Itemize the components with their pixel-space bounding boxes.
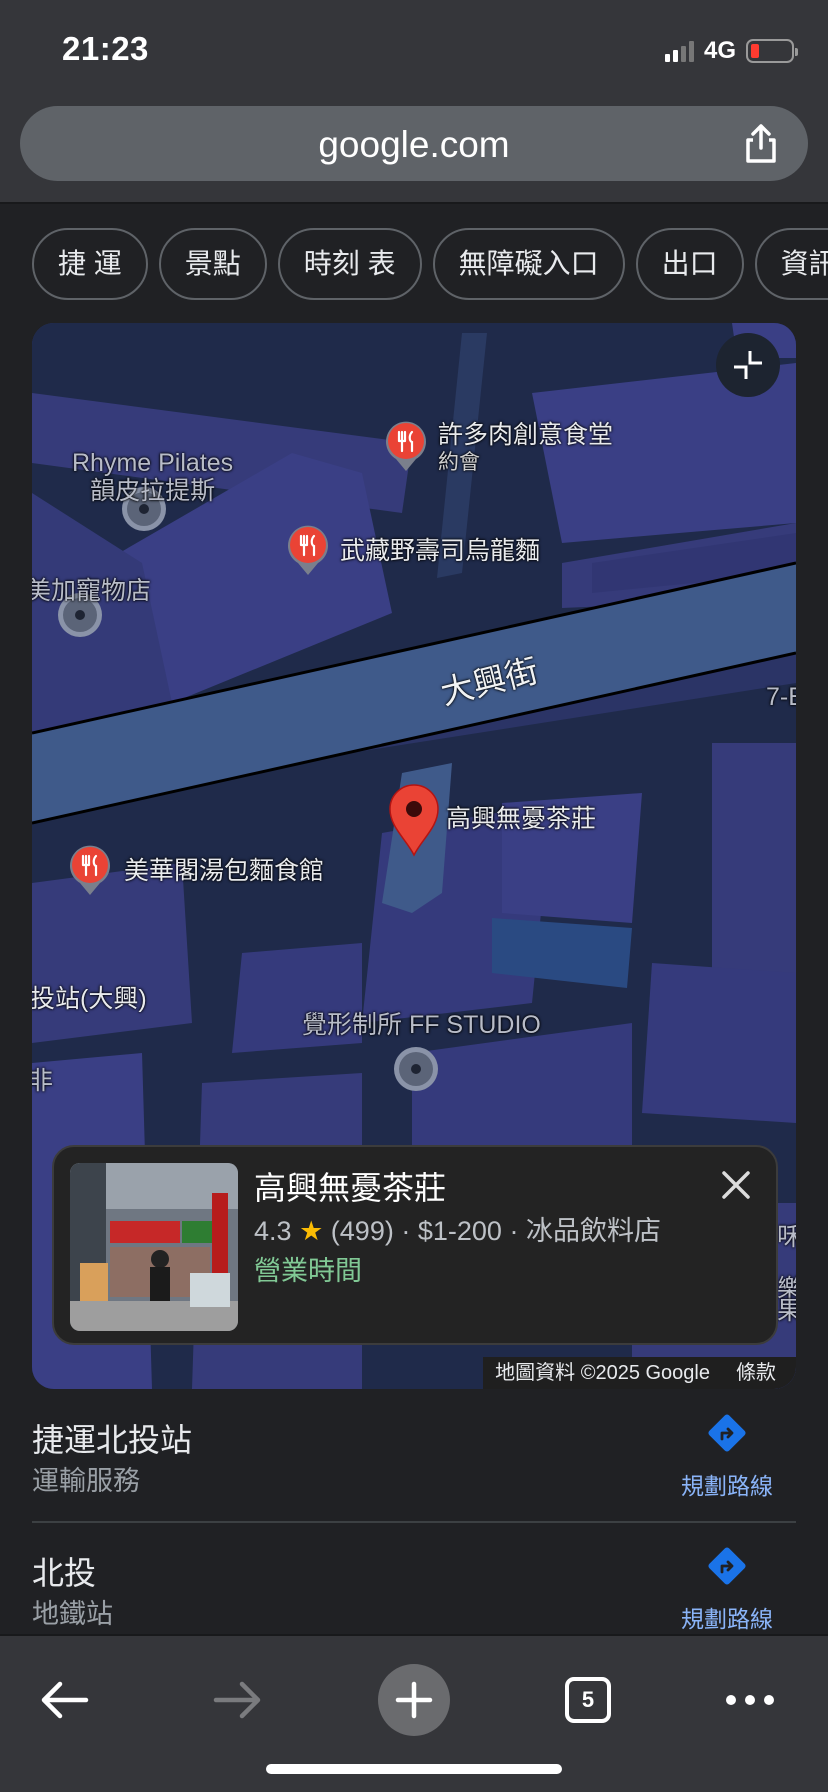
place-review-count[interactable]: (499) — [331, 1216, 394, 1246]
place-hours[interactable]: 營業時間 — [254, 1249, 362, 1288]
directions-icon — [708, 1547, 746, 1585]
results-list: 捷運北投站 運輸服務 規劃路線 北投 地鐵站 規劃路線 — [0, 1389, 828, 1655]
network-type: 4G — [703, 37, 736, 64]
list-item[interactable]: 捷運北投站 運輸服務 規劃路線 — [0, 1389, 828, 1523]
map-label-rhyme[interactable]: Rhyme Pilates 韻皮拉提斯 — [72, 449, 233, 505]
result-title[interactable]: 捷運北投站 — [32, 1415, 192, 1461]
home-indicator — [266, 1764, 562, 1774]
chip-accessible-entrance[interactable]: 無障礙入口 — [432, 228, 625, 300]
directions-label[interactable]: 規劃路線 — [672, 1467, 782, 1501]
meta-separator: · — [509, 1216, 519, 1246]
map-label-pet-store[interactable]: 美加寵物店 — [32, 577, 151, 605]
share-icon[interactable] — [742, 123, 780, 165]
chip-mrt[interactable]: 捷 運 — [32, 228, 148, 300]
directions-label[interactable]: 規劃路線 — [672, 1600, 782, 1634]
close-icon[interactable] — [716, 1165, 756, 1205]
place-card[interactable]: 高興無憂茶莊 4.3 ★ (499) · $1-200 · 冰品飲料店 營業時間 — [52, 1145, 778, 1345]
directions-icon — [708, 1414, 746, 1452]
map-data-credit: 地圖資料 ©2025 Google — [495, 1362, 710, 1384]
map-label-fei: 非 — [32, 1067, 54, 1095]
map-label-right-1: 咊 — [777, 1223, 796, 1251]
directions-button[interactable]: 規劃路線 — [672, 1546, 782, 1646]
forward-arrow-icon — [213, 1681, 261, 1719]
restaurant-pin-icon[interactable] — [68, 843, 112, 897]
chip-exit[interactable]: 出口 — [635, 228, 744, 300]
url-text[interactable]: google.com — [20, 124, 808, 166]
map-view[interactable]: Rhyme Pilates 韻皮拉提斯 許多肉創意食堂 約會 武藏野壽司烏龍麵 美加… — [32, 323, 796, 1389]
directions-button[interactable]: 規劃路線 — [672, 1413, 782, 1513]
browser-top-bar: 21:23 4G google.com — [0, 0, 828, 204]
cellular-signal-icon — [664, 40, 694, 62]
place-rating: 4.3 — [254, 1216, 292, 1246]
back-arrow-icon — [41, 1681, 89, 1719]
more-menu-button[interactable] — [714, 1664, 786, 1736]
map-label-selected-place[interactable]: 高興無憂茶莊 — [446, 805, 596, 833]
back-button[interactable] — [28, 1664, 100, 1736]
status-time: 21:23 — [62, 30, 149, 67]
meta-separator: · — [401, 1216, 411, 1246]
terms-link[interactable]: 條款 — [736, 1362, 776, 1384]
place-price: $1-200 — [417, 1216, 502, 1246]
battery-icon — [746, 39, 798, 63]
restaurant-pin-icon[interactable] — [286, 523, 330, 577]
restaurant-pin-icon[interactable] — [384, 419, 428, 473]
place-meta: 4.3 ★ (499) · $1-200 · 冰品飲料店 — [254, 1209, 661, 1248]
poi-marker-icon[interactable] — [392, 1045, 440, 1093]
collapse-map-button[interactable] — [716, 333, 780, 397]
place-category: 冰品飲料店 — [525, 1216, 661, 1246]
result-subtitle: 地鐵站 — [32, 1599, 113, 1629]
map-label-xu[interactable]: 許多肉創意食堂 約會 — [438, 421, 613, 477]
selected-place-pin-icon[interactable] — [388, 783, 440, 857]
result-subtitle: 運輸服務 — [32, 1466, 140, 1496]
place-photo[interactable] — [70, 1163, 238, 1331]
result-title[interactable]: 北投 — [32, 1548, 96, 1594]
chip-timetable[interactable]: 時刻 表 — [277, 228, 422, 300]
map-label-seven[interactable]: 7-E — [766, 683, 796, 711]
map-attribution: 地圖資料 ©2025 Google 條款 — [483, 1357, 796, 1389]
forward-button[interactable] — [202, 1664, 274, 1736]
map-label-studio[interactable]: 覺形制所 FF STUDIO — [302, 1011, 541, 1039]
map-label-meihua[interactable]: 美華閣湯包麵食館 — [124, 857, 324, 885]
star-icon: ★ — [299, 1216, 324, 1246]
new-tab-button[interactable] — [378, 1664, 450, 1736]
more-icon — [726, 1695, 774, 1705]
place-name[interactable]: 高興無憂茶莊 — [254, 1163, 446, 1209]
status-icons: 4G — [664, 36, 798, 66]
map-label-right-3: 果 — [777, 1297, 796, 1325]
chip-info[interactable]: 資訊 — [754, 228, 828, 300]
plus-icon — [395, 1681, 433, 1719]
tab-count: 5 — [565, 1677, 611, 1723]
address-bar[interactable]: google.com — [20, 106, 808, 181]
filter-chips: 捷 運景點 時刻 表無障礙入口 出口 資訊 — [32, 228, 828, 300]
map-label-station[interactable]: 投站(大興) — [32, 985, 147, 1013]
map-label-musashino[interactable]: 武藏野壽司烏龍麵 — [340, 537, 540, 565]
chip-attractions[interactable]: 景點 — [158, 228, 267, 300]
tabs-button[interactable]: 5 — [552, 1664, 624, 1736]
collapse-icon — [734, 351, 762, 379]
